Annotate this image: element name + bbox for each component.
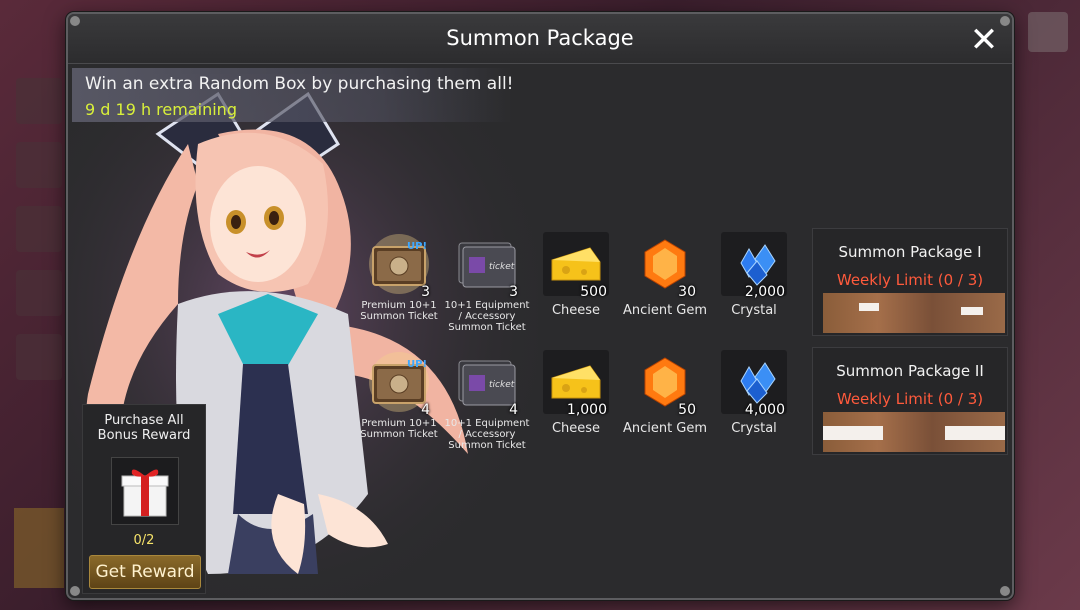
- background-menu-column: [0, 60, 66, 380]
- equipment-summon-ticket-icon: ticket 4: [454, 350, 520, 418]
- package-card-2[interactable]: Summon Package II Weekly Limit (0 / 3): [812, 347, 1008, 455]
- reward-item[interactable]: 2,000 Crystal: [709, 232, 799, 319]
- bonus-title: Purchase All Bonus Reward: [83, 413, 205, 443]
- item-label: 10+1 Equipment / Accessory Summon Ticket: [444, 418, 530, 451]
- item-label: Crystal: [731, 303, 777, 318]
- ticket-word-text: ticket: [489, 262, 515, 272]
- item-label: Cheese: [551, 421, 601, 436]
- item-label: Premium 10+1 Summon Ticket: [360, 418, 438, 440]
- corner-rivet: [1000, 586, 1010, 596]
- summon-package-dialog: Summon Package ✕ Win an extra Random Box…: [66, 12, 1014, 600]
- package-card-1[interactable]: Summon Package I Weekly Limit (0 / 3): [812, 228, 1008, 336]
- reward-item[interactable]: UP! 3 Premium 10+1 Summon Ticket: [354, 232, 444, 322]
- equipment-summon-ticket-icon: ticket 3: [454, 232, 520, 300]
- reward-item[interactable]: UP! 4 Premium 10+1 Summon Ticket: [354, 350, 444, 440]
- item-quantity: 4: [509, 402, 518, 418]
- item-label: Ancient Gem: [622, 303, 708, 318]
- item-label: Cheese: [551, 303, 601, 318]
- item-label: Premium 10+1 Summon Ticket: [360, 300, 438, 322]
- item-label: Ancient Gem: [622, 421, 708, 436]
- background-item: [14, 508, 64, 588]
- premium-summon-ticket-icon: UP! 3: [366, 232, 432, 300]
- crystal-icon: 2,000: [721, 232, 787, 300]
- corner-rivet: [70, 16, 80, 26]
- item-quantity: 3: [421, 284, 430, 300]
- price-button[interactable]: [823, 293, 1005, 333]
- reward-item[interactable]: 1,000 Cheese: [531, 350, 621, 437]
- package-name: Summon Package I: [838, 243, 982, 261]
- item-quantity: 1,000: [566, 402, 607, 418]
- promo-timer: 9 d 19 h remaining: [85, 100, 237, 119]
- weekly-limit: Weekly Limit (0 / 3): [836, 271, 984, 289]
- bonus-title-line-1: Purchase All: [104, 413, 184, 428]
- item-quantity: 4: [421, 402, 430, 418]
- background-mail-icon: [1028, 12, 1068, 52]
- reward-item[interactable]: 4,000 Crystal: [709, 350, 799, 437]
- get-reward-button[interactable]: Get Reward: [89, 555, 201, 589]
- item-quantity: 2,000: [744, 284, 785, 300]
- item-label: 10+1 Equipment / Accessory Summon Ticket: [444, 300, 530, 333]
- bonus-progress-count: 0/2: [133, 533, 155, 548]
- ticket-badge-text: UP!: [407, 241, 427, 252]
- corner-rivet: [1000, 16, 1010, 26]
- reward-item[interactable]: 50 Ancient Gem: [620, 350, 710, 437]
- close-button[interactable]: ✕: [964, 20, 1004, 60]
- purchase-all-bonus: Purchase All Bonus Reward 0/2 Get Reward: [82, 404, 206, 594]
- ticket-word-text: ticket: [489, 380, 515, 390]
- cheese-icon: 500: [543, 232, 609, 300]
- package-row-1: UP! 3 Premium 10+1 Summon Ticket ticket …: [354, 232, 794, 352]
- weekly-limit: Weekly Limit (0 / 3): [836, 390, 984, 408]
- promo-text: Win an extra Random Box by purchasing th…: [85, 74, 514, 94]
- ancient-gem-icon: 30: [632, 232, 698, 300]
- reward-item[interactable]: ticket 3 10+1 Equipment / Accessory Summ…: [442, 232, 532, 333]
- item-quantity: 50: [678, 402, 696, 418]
- item-quantity: 500: [580, 284, 607, 300]
- reward-item[interactable]: 30 Ancient Gem: [620, 232, 710, 319]
- item-quantity: 3: [509, 284, 518, 300]
- package-name: Summon Package II: [836, 362, 984, 380]
- premium-summon-ticket-icon: UP! 4: [366, 350, 432, 418]
- item-quantity: 30: [678, 284, 696, 300]
- ancient-gem-icon: 50: [632, 350, 698, 418]
- package-row-2: UP! 4 Premium 10+1 Summon Ticket ticket …: [354, 350, 794, 470]
- gift-box-icon[interactable]: [111, 457, 179, 525]
- bonus-title-line-2: Bonus Reward: [97, 428, 191, 443]
- crystal-icon: 4,000: [721, 350, 787, 418]
- ticket-badge-text: UP!: [407, 359, 427, 370]
- reward-item[interactable]: 500 Cheese: [531, 232, 621, 319]
- price-button[interactable]: [823, 412, 1005, 452]
- item-label: Crystal: [731, 421, 777, 436]
- reward-item[interactable]: ticket 4 10+1 Equipment / Accessory Summ…: [442, 350, 532, 451]
- item-quantity: 4,000: [744, 402, 785, 418]
- cheese-icon: 1,000: [543, 350, 609, 418]
- promo-banner: Win an extra Random Box by purchasing th…: [72, 68, 514, 122]
- dialog-title: Summon Package: [446, 26, 634, 50]
- dialog-header: Summon Package ✕: [68, 14, 1012, 64]
- corner-rivet: [70, 586, 80, 596]
